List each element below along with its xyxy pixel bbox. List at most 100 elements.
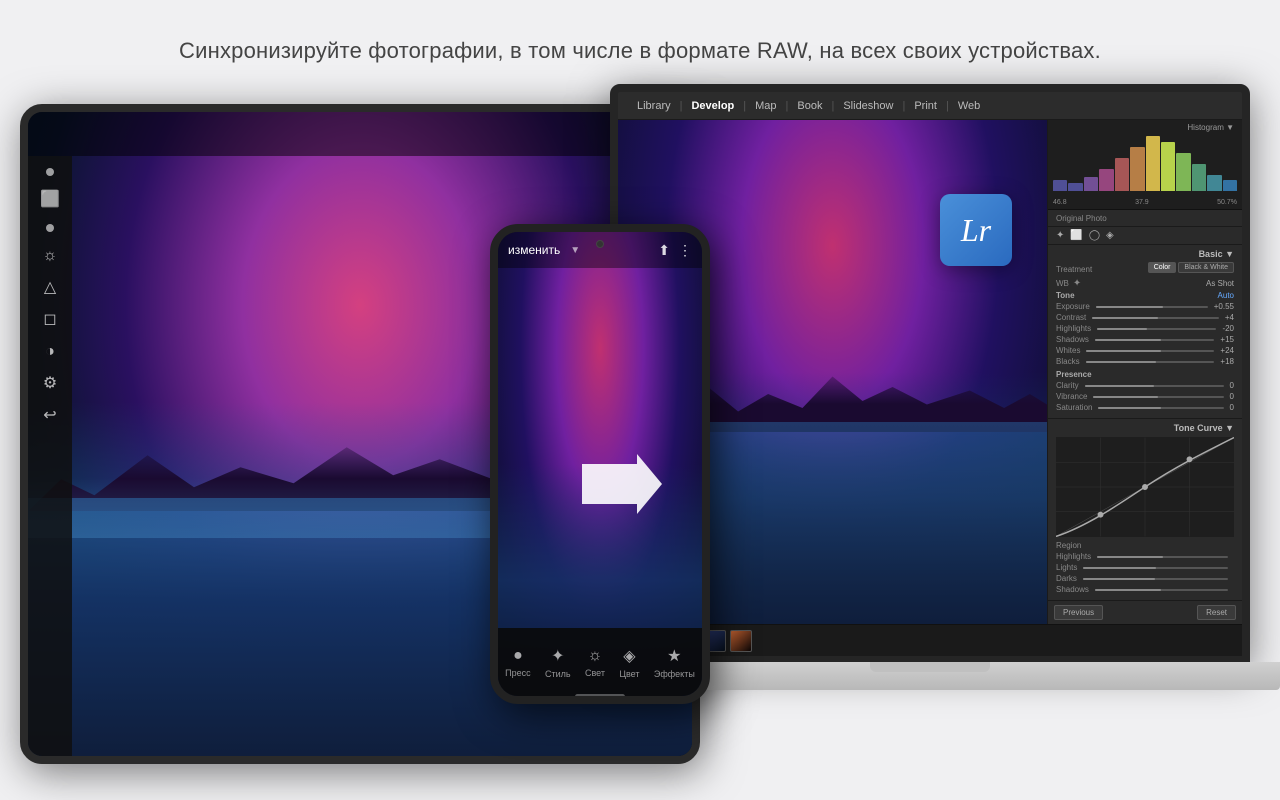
histogram-bars [1053,136,1237,191]
phone-bottombar: ● Пресс ✦ Стиль ☼ Свет ◈ Цвет ★ Эффект [498,628,702,696]
highlights-row: Highlights -20 [1056,324,1234,333]
tone-curve-graph [1056,437,1234,537]
phone-bottom-light[interactable]: ☼ Свет [585,647,605,678]
treatment-label: Treatment [1056,265,1092,274]
style-icon: ✦ [551,646,564,666]
tool-redeye[interactable]: ◈ [1106,230,1114,241]
phone-topbar: изменить ▼ ⬆ ⋮ [498,232,702,268]
vibrance-slider[interactable] [1093,396,1223,398]
menu-print[interactable]: Print [907,100,944,112]
lr-main-area: Histogram ▼ [618,120,1242,624]
phone-title: изменить [508,243,560,257]
basic-title: Basic ▼ [1056,249,1234,259]
original-photo-label: Original Photo [1056,214,1107,223]
clarity-slider[interactable] [1085,385,1224,387]
exposure-slider[interactable] [1096,306,1208,308]
shadows-label: Shadows [1056,335,1089,344]
wb-row: WB ✦ As Shot [1056,278,1234,289]
eyedropper-icon[interactable]: ✦ [1073,278,1081,289]
page-subtitle: Синхронизируйте фотографии, в том числе … [0,0,1280,84]
clarity-row: Clarity 0 [1056,381,1234,390]
shadows-region-label: Shadows [1056,585,1089,594]
tone-curve-title: Tone Curve ▼ [1056,423,1234,433]
auto-btn[interactable]: Auto [1218,291,1234,300]
lightroom-icon-text: Lr [961,212,991,249]
shadows-slider[interactable] [1095,339,1215,341]
style-label: Стиль [545,669,571,679]
settings-icon[interactable]: ⚙ [43,376,57,392]
highlights-slider[interactable] [1097,328,1216,330]
blacks-label: Blacks [1056,357,1080,366]
menu-web[interactable]: Web [951,100,987,112]
crop-icon[interactable]: ⬜ [40,192,60,208]
phone-menu-icon[interactable]: ⋮ [678,242,692,259]
lights-region-label: Lights [1056,563,1077,572]
highlights-region-label: Highlights [1056,552,1091,561]
brightness-icon[interactable]: ☼ [43,248,58,264]
lr-bottom-buttons: Previous Reset [1048,601,1242,624]
saturation-row: Saturation 0 [1056,403,1234,412]
menu-map[interactable]: Map [748,100,783,112]
phone-home-button[interactable] [575,694,625,696]
sync-arrow [582,454,662,514]
vibrance-value: 0 [1230,392,1234,401]
shadows-region-row: Shadows [1056,585,1234,594]
histogram-values: 46.8 37.9 50.7% [1053,199,1237,206]
phone-camera [596,240,604,248]
lr-right-panel: Histogram ▼ [1047,120,1242,624]
laptop-notch [870,662,990,672]
menu-library[interactable]: Library [630,100,678,112]
saturation-slider[interactable] [1098,407,1223,409]
darks-region-slider[interactable] [1083,578,1228,580]
filmstrip-thumb-5[interactable] [730,630,752,652]
vibrance-row: Vibrance 0 [1056,392,1234,401]
previous-button[interactable]: Previous [1054,605,1103,620]
phone-bottom-press[interactable]: ● Пресс [505,647,530,678]
tool-heal[interactable]: ◯ [1089,230,1100,241]
shadows-row: Shadows +15 [1056,335,1234,344]
color-btn[interactable]: Color [1148,262,1177,273]
reset-button[interactable]: Reset [1197,605,1236,620]
color-icon: ◈ [623,646,635,666]
phone-bottom-color[interactable]: ◈ Цвет [619,646,639,679]
tone-curve-section: Tone Curve ▼ [1048,419,1242,601]
highlights-region-row: Highlights [1056,552,1234,561]
undo-icon[interactable]: ↩ [43,408,56,424]
menu-develop[interactable]: Develop [684,100,741,112]
color-label: Цвет [619,669,639,679]
menu-book[interactable]: Book [790,100,829,112]
darks-region-label: Darks [1056,574,1077,583]
bw-btn[interactable]: Black & White [1178,262,1234,273]
lr-histogram: Histogram ▼ [1048,120,1242,210]
contrast-row: Contrast +4 [1056,313,1234,322]
sidebar-dot [46,168,54,176]
vignette-icon[interactable]: ◻ [43,312,56,328]
whites-value: +24 [1220,346,1234,355]
blacks-value: +18 [1220,357,1234,366]
phone-bottom-effects[interactable]: ★ Эффекты [654,646,695,679]
presence-label: Presence [1056,370,1234,379]
phone-share-icon[interactable]: ⬆ [658,242,670,259]
treatment-options: Color Black & White [1148,262,1234,273]
whites-slider[interactable] [1086,350,1214,352]
tool-eyedropper[interactable]: ✦ [1056,230,1064,241]
clarity-label: Clarity [1056,381,1079,390]
menu-slideshow[interactable]: Slideshow [836,100,900,112]
contrast-value: +4 [1225,313,1234,322]
phone-bottom-style[interactable]: ✦ Стиль [545,646,571,679]
contrast-slider[interactable] [1092,317,1219,319]
shadows-value: +15 [1220,335,1234,344]
lr-filmstrip [618,624,1242,656]
temperature-icon[interactable]: △ [44,280,56,296]
blacks-slider[interactable] [1086,361,1215,363]
lightroom-icon-badge: Lr [940,194,1012,266]
press-label: Пресс [505,668,530,678]
shadows-region-slider[interactable] [1095,589,1228,591]
lights-region-slider[interactable] [1083,567,1228,569]
wb-value[interactable]: As Shot [1085,279,1234,288]
hsl-icon[interactable]: ◑ [45,344,55,360]
light-icon: ☼ [588,647,603,665]
highlights-region-slider[interactable] [1097,556,1228,558]
tool-crop[interactable]: ⬜ [1070,230,1082,241]
darks-region-row: Darks [1056,574,1234,583]
